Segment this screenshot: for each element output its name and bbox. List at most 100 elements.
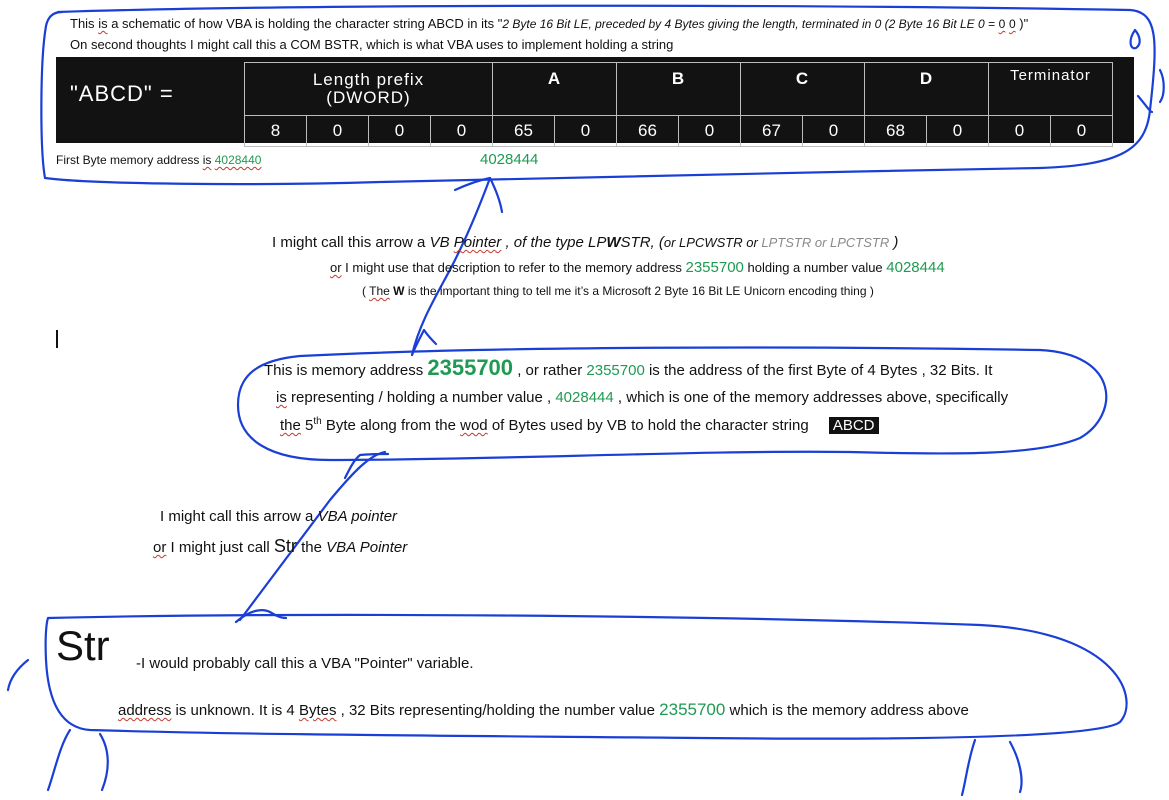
arrow2-text-c: the — [296, 539, 327, 556]
byte-cell: 8 — [244, 115, 307, 147]
byte-cell: 0 — [430, 115, 493, 147]
arrow2-str: Str — [273, 536, 297, 556]
byte-cell: 67 — [740, 115, 803, 147]
middle-text-b: , or rather — [513, 362, 587, 379]
header-length-prefix: Length prefix (DWORD) — [244, 62, 493, 116]
header-length-line1: Length prefix — [312, 70, 425, 89]
header-terminator: Terminator — [988, 62, 1113, 116]
middle-value: 4028444 — [555, 389, 614, 406]
arrow1-desc: I might use that description to refer to… — [341, 260, 686, 275]
byte-cell: 0 — [1050, 115, 1113, 147]
bottom-text-c: which is the memory address above — [729, 702, 969, 719]
arrow1-lptstr: LPTSTR or LPCTSTR — [761, 235, 890, 250]
arrow2-or: or — [153, 539, 167, 556]
bottom-text-a: is unknown. It is 4 — [171, 702, 299, 719]
arrow1-str: STR, ( — [620, 234, 664, 251]
middle-text-e: , which is one of the memory addresses a… — [613, 389, 1009, 406]
byte-cell: 0 — [988, 115, 1051, 147]
arrow1-lpcwstr: or LPCWSTR or — [663, 235, 762, 250]
middle-abcd-highlight: ABCD — [828, 417, 879, 434]
bottom-value: 2355700 — [659, 700, 726, 719]
arrow1-close: ) — [889, 234, 899, 251]
str-variable-name: Str — [56, 622, 110, 669]
header-length-line2: (DWORD) — [326, 88, 411, 107]
arrow1-w: W — [606, 234, 621, 251]
header-d: D — [864, 62, 989, 116]
middle-address: 2355700 — [586, 362, 645, 379]
arrow1-unicode-note: is the important thing to tell me it’s a… — [404, 284, 874, 298]
bstr-header-row: Length prefix (DWORD) A B C D Terminator — [244, 62, 1113, 116]
arrow1-value: 4028444 — [886, 259, 945, 276]
middle-text-d: representing / holding a number value , — [286, 389, 556, 406]
first-byte-is: is — [202, 153, 212, 167]
byte-cell: 0 — [802, 115, 865, 147]
middle-the: the — [280, 417, 301, 434]
middle-text-a: This is memory address — [264, 362, 428, 379]
bottom-address: address — [118, 702, 172, 719]
arrow2-line-1: I might call this arrow a VBA pointer — [160, 508, 397, 525]
intro-zero-b: 0 — [1008, 17, 1016, 31]
first-byte-address: 4028440 — [214, 153, 262, 167]
intro-text-schematic: a schematic of how VBA is holding the ch… — [107, 16, 503, 31]
header-b: B — [616, 62, 741, 116]
str-description: -I would probably call this a VBA "Point… — [136, 655, 474, 672]
byte-cell: 0 — [368, 115, 431, 147]
arrow1-type: , of the type LP — [501, 234, 607, 251]
middle-address-big: 2355700 — [427, 355, 514, 380]
arrow2-text-b: I might just call — [166, 539, 274, 556]
arrow1-address: 2355700 — [685, 259, 744, 276]
byte-cell: 0 — [678, 115, 741, 147]
byte-cell: 0 — [926, 115, 989, 147]
arrow1-or: or — [330, 260, 342, 275]
middle-line-3: the 5th Byte along from the wod of Bytes… — [280, 416, 879, 434]
fifth-byte-address: 4028444 — [480, 151, 539, 168]
arrow1-holding: holding a number value — [743, 260, 887, 275]
bottom-bytes: Bytes — [298, 702, 337, 719]
middle-line-2: is representing / holding a number value… — [276, 389, 1008, 406]
intro-text-end: )" — [1019, 16, 1029, 31]
header-c: C — [740, 62, 865, 116]
middle-wod: wod — [460, 417, 488, 434]
middle-text-c: is the address of the first Byte of 4 By… — [644, 362, 993, 379]
arrow2-vba-pointer-2: VBA Pointer — [326, 539, 408, 556]
arrow1-w-bold: W — [393, 284, 405, 298]
byte-cell: 0 — [554, 115, 617, 147]
arrow1-the: The — [369, 284, 390, 298]
intro-zero-a: 0 — [998, 17, 1006, 31]
byte-cell: 65 — [492, 115, 555, 147]
middle-line-1: This is memory address 2355700 , or rath… — [264, 355, 992, 381]
middle-text-f: 5 — [300, 417, 314, 434]
arrow1-text-a: I might call this arrow a — [272, 234, 430, 251]
bstr-diagram: "ABCD" = Length prefix (DWORD) A B C D Te… — [56, 57, 1134, 147]
byte-cell: 66 — [616, 115, 679, 147]
middle-text-g: Byte along from the — [321, 417, 461, 434]
intro-text-is: is — [98, 16, 108, 31]
bottom-ink-loop — [44, 613, 1128, 740]
header-a: A — [492, 62, 617, 116]
intro-line-2: On second thoughts I might call this a C… — [70, 37, 674, 52]
bottom-line-2: address is unknown. It is 4 Bytes , 32 B… — [118, 700, 969, 720]
arrow2-vba-pointer: VBA pointer — [317, 508, 398, 525]
first-byte-label: First Byte memory address — [56, 153, 203, 167]
abcd-label: "ABCD" = — [70, 81, 174, 106]
middle-is: is — [276, 389, 287, 406]
arrow2-line-2: or I might just call Str the VBA Pointer — [153, 536, 407, 557]
byte-cell: 68 — [864, 115, 927, 147]
arrow1-pointer: Pointer — [453, 234, 502, 251]
first-byte-line: First Byte memory address is 4028440 — [56, 153, 261, 167]
middle-sup: th — [313, 416, 322, 427]
arrow1-line-2: or I might use that description to refer… — [330, 259, 945, 276]
bstr-value-row: 8 0 0 0 65 0 66 0 67 0 68 0 0 0 — [244, 115, 1113, 147]
intro-text-encoding: 2 Byte 16 Bit LE, preceded by 4 Bytes gi… — [502, 17, 996, 31]
intro-text-this: This — [70, 16, 95, 31]
middle-text-h: of Bytes used by VB to hold the characte… — [487, 417, 809, 434]
byte-cell: 0 — [306, 115, 369, 147]
bstr-table: Length prefix (DWORD) A B C D Terminator … — [244, 62, 1113, 147]
text-cursor — [56, 330, 58, 348]
arrow2-text-a: I might call this arrow a — [160, 508, 318, 525]
arrow1-vb: VB — [429, 234, 450, 251]
intro-line-1: This is a schematic of how VBA is holdin… — [70, 16, 1028, 31]
arrow1-line-3: ( The W is the important thing to tell m… — [362, 284, 874, 298]
bottom-text-b: , 32 Bits representing/holding the numbe… — [336, 702, 660, 719]
arrow1-line-1: I might call this arrow a VB Pointer , o… — [272, 234, 898, 251]
